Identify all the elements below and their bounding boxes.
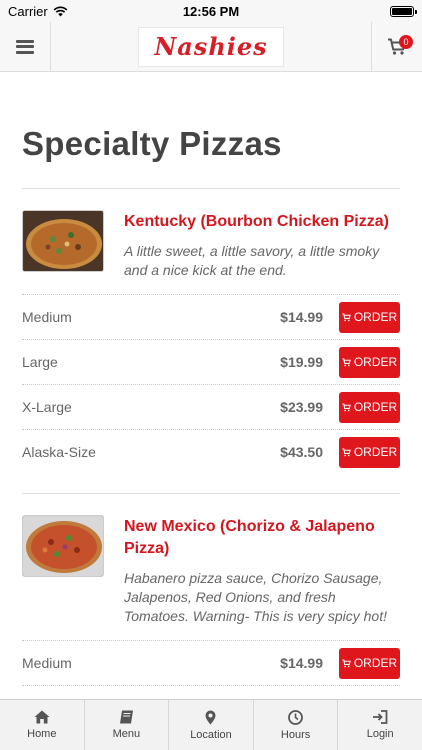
restaurant-logo[interactable]: Nashies [138, 26, 284, 67]
bottom-tab-bar: Home Menu Location Hours Login [0, 699, 422, 750]
order-button[interactable]: ORDER [339, 301, 400, 333]
cart-icon [342, 402, 351, 411]
tab-label: Hours [280, 728, 311, 741]
size-row: Alaska-Size $43.50 ORDER [22, 429, 400, 474]
size-price: $14.99 [280, 655, 323, 671]
order-button-label: ORDER [353, 400, 398, 414]
pizza-thumbnail[interactable] [22, 210, 104, 272]
pizza-thumbnail[interactable] [22, 515, 104, 577]
size-name: Alaska-Size [22, 444, 96, 460]
order-button-label: ORDER [353, 656, 398, 670]
size-price: $23.99 [280, 399, 323, 415]
menu-item: New Mexico (Chorizo & Jalapeno Pizza) Ha… [22, 494, 400, 698]
item-description: A little sweet, a little savory, a littl… [124, 243, 380, 278]
battery-icon [390, 5, 417, 17]
cart-count-badge: 0 [399, 34, 413, 49]
tab-location[interactable]: Location [169, 700, 254, 750]
book-icon [119, 710, 133, 724]
wifi-icon [53, 6, 68, 16]
status-left: Carrier [8, 4, 68, 19]
home-icon [34, 710, 50, 724]
top-bar: Nashies 0 [0, 21, 422, 72]
size-row: X-Large $23.99 ORDER [22, 384, 400, 429]
tab-label: Menu [112, 728, 141, 740]
hamburger-icon [16, 39, 34, 54]
item-name[interactable]: Kentucky (Bourbon Chicken Pizza) [124, 211, 400, 233]
cart-icon [342, 312, 351, 321]
size-list: Medium $14.99 ORDER [22, 640, 400, 698]
item-name[interactable]: New Mexico (Chorizo & Jalapeno Pizza) [124, 516, 400, 560]
map-pin-icon [205, 710, 216, 724]
size-name: Medium [22, 309, 72, 325]
cart-icon [342, 357, 351, 366]
size-row: Medium $14.99 ORDER [22, 294, 400, 339]
order-button[interactable]: ORDER [339, 647, 400, 679]
order-button[interactable]: ORDER [339, 391, 400, 423]
size-row: Large $19.99 ORDER [22, 339, 400, 384]
order-button[interactable]: ORDER [339, 346, 400, 378]
item-description: Habanero pizza sauce, Chorizo Sausage, J… [124, 570, 387, 624]
menu-button[interactable] [0, 21, 51, 72]
size-price: $19.99 [280, 354, 323, 370]
tab-hours[interactable]: Hours [254, 700, 339, 750]
clock-icon [288, 709, 303, 725]
page-title: Specialty Pizzas [22, 125, 282, 162]
order-button[interactable]: ORDER [339, 436, 400, 468]
order-button-label: ORDER [353, 310, 398, 324]
tab-login[interactable]: Login [338, 700, 422, 750]
menu-item: Kentucky (Bourbon Chicken Pizza) A littl… [22, 189, 400, 494]
size-list: Medium $14.99 ORDER Large $19.99 ORDER X… [22, 294, 400, 474]
order-button-label: ORDER [353, 355, 398, 369]
logo-container: Nashies [51, 26, 371, 67]
size-name: Medium [22, 655, 72, 671]
tab-label: Location [190, 728, 232, 741]
main-content[interactable]: Specialty Pizzas Kentucky (Bourbon Chick… [0, 73, 422, 698]
login-icon [373, 710, 388, 724]
size-name: X-Large [22, 399, 72, 415]
size-price: $43.50 [280, 444, 323, 460]
order-button-label: ORDER [353, 445, 398, 459]
size-row: Medium $14.99 ORDER [22, 640, 400, 685]
tab-label: Login [366, 728, 394, 740]
tab-home[interactable]: Home [0, 700, 85, 750]
size-name: Large [22, 354, 58, 370]
tab-label: Home [27, 728, 57, 740]
tab-menu[interactable]: Menu [85, 700, 170, 750]
cart-icon [342, 658, 351, 667]
size-row-partial [22, 685, 400, 698]
status-bar: Carrier 12:56 PM [0, 0, 422, 22]
cart-icon [342, 447, 351, 456]
carrier-label: Carrier [8, 3, 48, 19]
size-price: $14.99 [280, 309, 323, 325]
cart-button[interactable]: 0 [371, 21, 422, 72]
